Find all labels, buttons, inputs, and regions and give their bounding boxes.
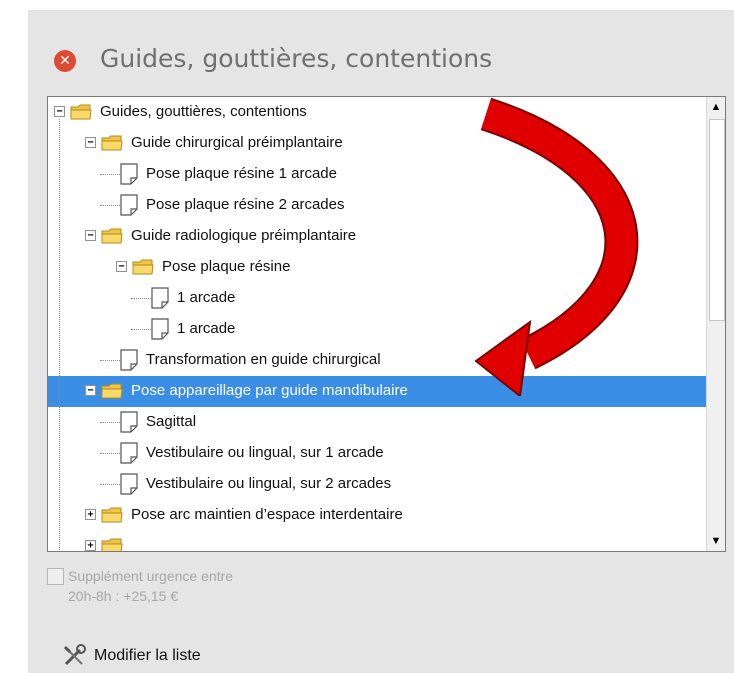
tree-item-row[interactable]: Vestibulaire ou lingual, sur 1 arcade	[48, 438, 706, 469]
tree-connector	[100, 422, 120, 423]
folder-icon	[132, 259, 154, 275]
tree-item-label: Sagittal	[146, 413, 197, 430]
tree-item-label: 1 arcade	[177, 320, 236, 337]
window-title: Guides, gouttières, contentions	[100, 44, 493, 73]
document-icon	[120, 442, 138, 464]
expand-icon[interactable]: +	[85, 509, 96, 520]
expand-icon[interactable]: +	[85, 540, 96, 551]
scroll-thumb[interactable]	[709, 119, 725, 321]
collapse-icon[interactable]: −	[85, 385, 96, 396]
urgent-supplement-label: Supplément urgence entre 20h-8h : +25,15…	[68, 566, 233, 606]
tree-item-label: Guide radiologique préimplantaire	[131, 227, 357, 244]
tree-folder-row[interactable]: + Pose arc maintien d’espace interdentair…	[48, 500, 706, 531]
tree-item-row[interactable]: Sagittal	[48, 407, 706, 438]
tree-connector	[100, 484, 120, 485]
collapse-icon[interactable]: −	[54, 106, 65, 117]
modify-list-label: Modifier la liste	[94, 647, 201, 664]
tree-item-label: Pose arc maintien d’espace interdentaire	[131, 506, 403, 523]
folder-icon	[101, 507, 123, 523]
tree-connector	[100, 453, 120, 454]
urgent-supplement-checkbox[interactable]	[47, 568, 64, 585]
document-icon	[120, 194, 138, 216]
tree-item-label: Vestibulaire ou lingual, sur 2 arcades	[146, 475, 392, 492]
folder-icon	[101, 538, 123, 551]
folder-icon	[101, 383, 123, 399]
dialog-panel: ✕ Guides, gouttières, contentions ▲ ▼ − G…	[0, 0, 734, 673]
urgent-label-line1: Supplément urgence entre	[68, 568, 233, 584]
tree-item-label: Pose dispositif d’expansion	[131, 551, 312, 552]
document-icon	[151, 287, 169, 309]
close-icon[interactable]: ✕	[54, 50, 76, 72]
red-curved-arrow	[474, 97, 639, 396]
urgent-label-line2: 20h-8h : +25,15 €	[68, 588, 179, 604]
tree-connector	[59, 119, 60, 551]
document-icon	[120, 163, 138, 185]
tree-item-label: Vestibulaire ou lingual, sur 1 arcade	[146, 444, 384, 461]
folder-icon	[70, 104, 92, 120]
tree-item-label: Guides, gouttières, contentions	[100, 103, 307, 120]
document-icon	[151, 318, 169, 340]
tree-connector	[100, 174, 120, 175]
collapse-icon[interactable]: −	[85, 137, 96, 148]
tools-icon	[63, 644, 86, 666]
tree-connector	[131, 298, 151, 299]
collapse-icon[interactable]: −	[85, 230, 96, 241]
tree-scrollbar[interactable]: ▲ ▼	[706, 97, 725, 551]
tree-item-label: Transformation en guide chirurgical	[146, 351, 381, 368]
tree-item-row[interactable]: Vestibulaire ou lingual, sur 2 arcades	[48, 469, 706, 500]
tree-item-label: Guide chirurgical préimplantaire	[131, 134, 343, 151]
folder-icon	[101, 228, 123, 244]
modify-list-button[interactable]: Modifier la liste	[62, 643, 201, 669]
document-icon	[120, 473, 138, 495]
scroll-down-button[interactable]: ▼	[707, 531, 725, 551]
tree-item-label: Pose appareillage par guide mandibulaire	[131, 382, 408, 399]
tree-connector	[131, 329, 151, 330]
tree-item-label: Pose plaque résine 1 arcade	[146, 165, 337, 182]
tree-item-label: Pose plaque résine 2 arcades	[146, 196, 345, 213]
document-icon	[120, 411, 138, 433]
tree-connector	[100, 360, 120, 361]
tree-folder-row[interactable]: + Pose dispositif d’expansion	[48, 531, 706, 552]
scroll-up-button[interactable]: ▲	[707, 97, 725, 117]
collapse-icon[interactable]: −	[116, 261, 127, 272]
tree-connector	[100, 205, 120, 206]
document-icon	[120, 349, 138, 371]
tree-item-label: 1 arcade	[177, 289, 236, 306]
folder-icon	[101, 135, 123, 151]
tree-item-label: Pose plaque résine	[162, 258, 291, 275]
